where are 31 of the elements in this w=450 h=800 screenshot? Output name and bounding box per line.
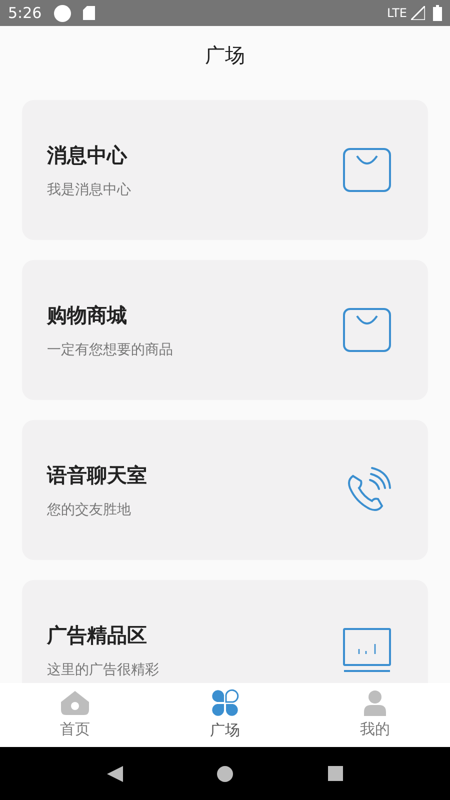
card-subtitle: 一定有您想要的商品 [47, 340, 174, 360]
tab[interactable]: 广场 [150, 683, 300, 747]
card-title: 消息中心 [47, 142, 128, 168]
signal-icon [411, 6, 425, 20]
feature-card[interactable]: 购物商城 一定有您想要的商品 [22, 260, 428, 400]
battery-icon [433, 5, 442, 21]
sd-card-icon [82, 6, 95, 20]
page-title: 广场 [205, 42, 245, 69]
recents-icon[interactable] [328, 766, 343, 781]
clover-icon [211, 688, 239, 717]
bag-icon [342, 307, 392, 353]
monitor-icon [342, 627, 392, 673]
feature-card[interactable]: 消息中心 我是消息中心 [22, 100, 428, 240]
card-title: 语音聊天室 [47, 462, 148, 488]
card-title: 购物商城 [47, 302, 128, 328]
card-subtitle: 这里的广告很精彩 [47, 660, 160, 680]
record-icon [54, 4, 71, 22]
feature-card[interactable]: 广告精品区 这里的广告很精彩 [22, 580, 428, 683]
card-subtitle: 您的交友胜地 [47, 500, 132, 520]
card-title: 广告精品区 [47, 622, 148, 648]
card-subtitle: 我是消息中心 [47, 180, 132, 200]
person-icon [363, 690, 387, 716]
tab[interactable]: 我的 [300, 683, 450, 747]
home-button-icon[interactable] [217, 766, 234, 782]
back-icon[interactable] [107, 766, 124, 782]
status-time: 5:26 [8, 2, 42, 24]
tab[interactable]: 首页 [0, 683, 150, 747]
feature-card[interactable]: 语音聊天室 您的交友胜地 [22, 420, 428, 560]
bag-icon [342, 147, 392, 193]
network-label: LTE [387, 5, 407, 22]
home-icon [60, 690, 90, 716]
